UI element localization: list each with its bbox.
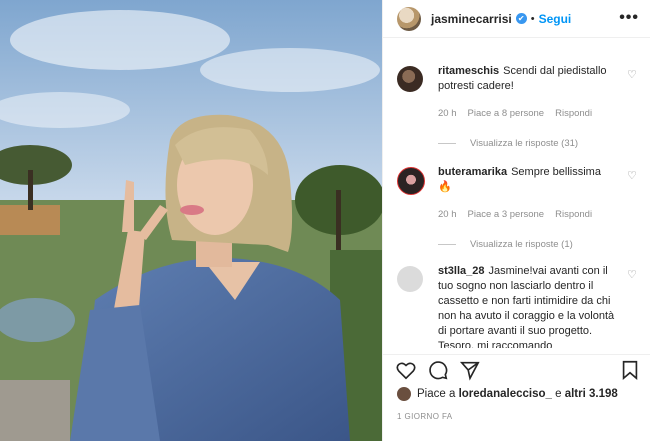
post-photo[interactable] bbox=[0, 0, 382, 441]
view-replies-link[interactable]: Visualizza le risposte (31) bbox=[438, 136, 617, 151]
likes-prefix: Piace a bbox=[417, 388, 459, 400]
comment-avatar[interactable] bbox=[397, 66, 423, 92]
comment-username[interactable]: st3lla_28 bbox=[438, 265, 484, 277]
comment-meta: 20 h Piace a 3 persone Rispondi bbox=[438, 207, 617, 222]
comment-likes[interactable]: Piace a 3 persone bbox=[468, 207, 545, 222]
likes-line[interactable]: Piace a loredanalecciso_ e altri 3.198 bbox=[397, 387, 618, 401]
likes-and: e bbox=[551, 388, 565, 400]
liker-username[interactable]: loredanalecciso_ bbox=[459, 388, 552, 400]
view-replies-label: Visualizza le risposte (31) bbox=[470, 138, 579, 149]
follow-button[interactable]: Segui bbox=[539, 12, 572, 26]
post-header: jasminecarrisi ✔ • Segui ••• bbox=[383, 0, 650, 38]
comment-avatar[interactable] bbox=[397, 266, 423, 292]
comment-likes[interactable]: Piace a 8 persone bbox=[468, 106, 545, 121]
divider-line bbox=[438, 143, 456, 144]
divider-line bbox=[438, 244, 456, 245]
likes-others[interactable]: altri 3.198 bbox=[565, 388, 618, 400]
separator-dot: • bbox=[530, 12, 535, 25]
comment-username[interactable]: ritameschis bbox=[438, 65, 499, 77]
liker-avatar bbox=[397, 387, 411, 401]
share-icon[interactable] bbox=[459, 359, 481, 381]
comment-icon[interactable] bbox=[427, 359, 449, 381]
comment: st3lla_28 Jasmine!vai avanti con il tuo s… bbox=[383, 264, 650, 348]
reply-button[interactable]: Rispondi bbox=[555, 106, 592, 121]
comment-time: 20 h bbox=[438, 209, 457, 220]
heart-icon[interactable] bbox=[395, 359, 417, 381]
comment-time: 20 h bbox=[438, 108, 457, 119]
view-replies-label: Visualizza le risposte (1) bbox=[470, 239, 573, 250]
comment-avatar[interactable] bbox=[397, 167, 425, 195]
comment-list[interactable]: ritameschis Scendi dal piedistallo potres… bbox=[383, 50, 650, 348]
post-timestamp: 1 GIORNO FA bbox=[397, 412, 453, 421]
save-icon[interactable] bbox=[619, 359, 641, 381]
comment: ritameschis Scendi dal piedistallo potres… bbox=[383, 64, 650, 151]
more-icon[interactable]: ••• bbox=[619, 9, 639, 27]
view-replies-link[interactable]: Visualizza le risposte (1) bbox=[438, 237, 617, 252]
comment-username[interactable]: buteramarika bbox=[438, 166, 507, 178]
action-bar bbox=[383, 354, 650, 385]
comment: buteramarika Sempre bellissima 🔥 ♡ 20 h P… bbox=[383, 165, 650, 252]
comment-text: Jasmine!vai avanti con il tuo sogno non … bbox=[438, 265, 615, 348]
instagram-post: jasminecarrisi ✔ • Segui ••• ritameschis… bbox=[0, 0, 650, 441]
header-username[interactable]: jasminecarrisi bbox=[431, 12, 512, 26]
photo-illustration bbox=[0, 0, 382, 441]
heart-icon[interactable]: ♡ bbox=[627, 70, 637, 81]
post-sidebar: jasminecarrisi ✔ • Segui ••• ritameschis… bbox=[382, 0, 650, 441]
avatar[interactable] bbox=[397, 6, 421, 31]
heart-icon[interactable]: ♡ bbox=[627, 171, 637, 182]
comment-meta: 20 h Piace a 8 persone Rispondi bbox=[438, 106, 617, 121]
heart-icon[interactable]: ♡ bbox=[627, 270, 637, 281]
verified-icon: ✔ bbox=[515, 13, 527, 24]
reply-button[interactable]: Rispondi bbox=[555, 207, 592, 222]
